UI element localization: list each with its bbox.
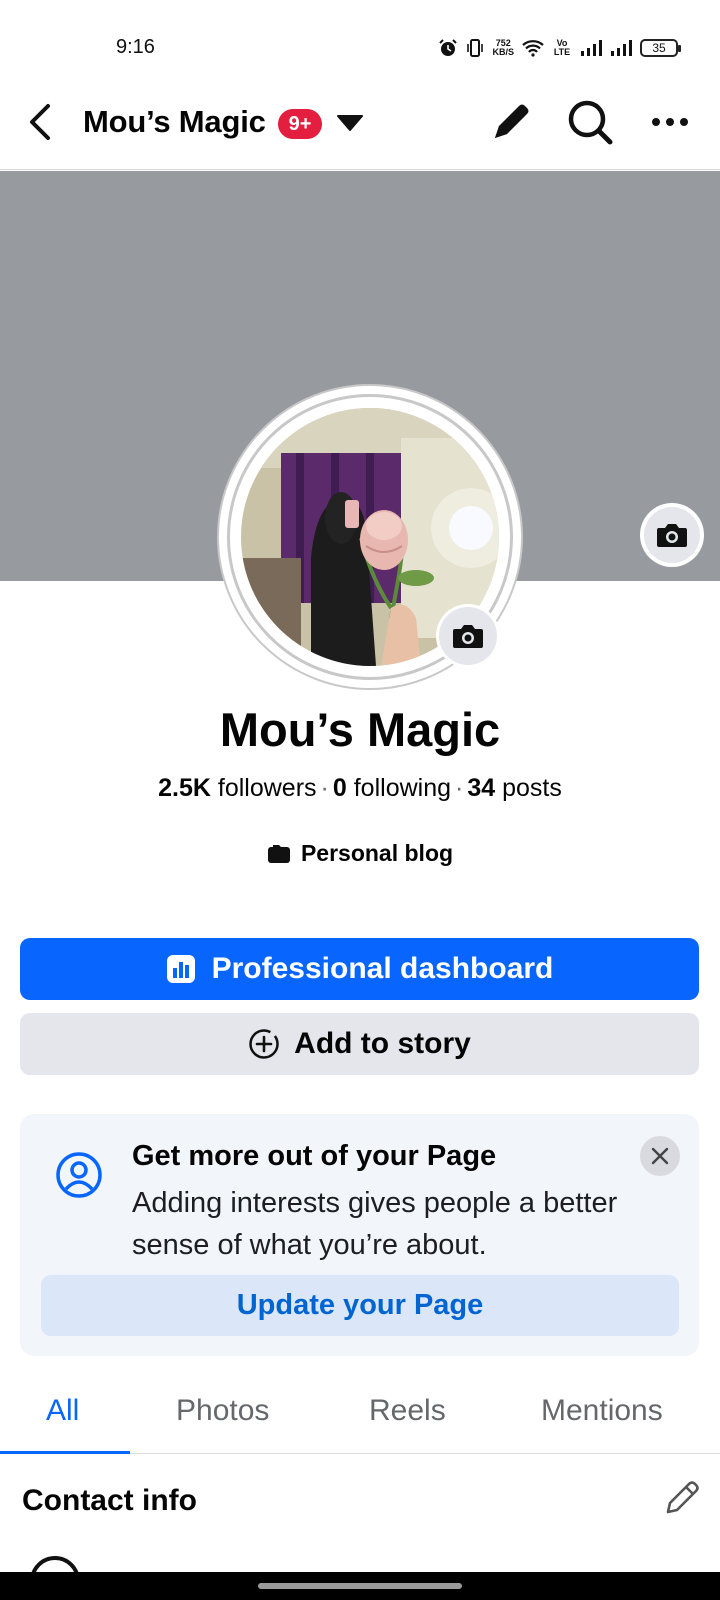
user-circle-icon: [56, 1152, 102, 1198]
back-button[interactable]: [22, 100, 62, 144]
page-title[interactable]: Mou’s Magic: [83, 104, 266, 140]
edit-cover-button-bg: [644, 507, 700, 563]
dismiss-card-button[interactable]: [640, 1136, 680, 1176]
followers-label[interactable]: followers: [218, 774, 317, 802]
signal-icon: [581, 40, 602, 56]
close-icon: [651, 1147, 669, 1165]
stats-separator: ·: [455, 774, 464, 802]
back-arrow-icon: [30, 104, 50, 140]
active-tab-indicator: [0, 1451, 130, 1454]
tab-photos[interactable]: Photos: [176, 1394, 269, 1428]
profile-tabs: All Photos Reels Mentions: [0, 1380, 720, 1454]
tab-all[interactable]: All: [46, 1394, 79, 1428]
page-suggestion-card: Get more out of your Page Adding interes…: [20, 1114, 699, 1356]
pencil-outline-icon: [666, 1481, 699, 1514]
pencil-icon: [495, 104, 529, 138]
edit-profile-picture-button-bg: [439, 607, 497, 665]
page-category: Personal blog: [0, 840, 720, 867]
status-time: 9:16: [116, 36, 155, 58]
signal-icon-2: [611, 40, 632, 56]
add-circle-icon: [249, 1029, 279, 1059]
notification-badge[interactable]: 9+: [278, 109, 322, 139]
vibrate-icon: [467, 39, 484, 57]
edit-cover-button[interactable]: [640, 503, 704, 567]
update-page-button[interactable]: Update your Page: [41, 1275, 679, 1336]
edit-contact-info-button[interactable]: [662, 1478, 702, 1518]
add-to-story-button[interactable]: Add to story: [20, 1013, 699, 1075]
card-icon-wrap: [55, 1151, 103, 1204]
professional-dashboard-label: Professional dashboard: [211, 952, 554, 985]
volte-label: Vo LTE: [553, 38, 571, 57]
following-label[interactable]: following: [354, 774, 451, 802]
posts-count[interactable]: 34: [467, 774, 495, 802]
status-icons: 752 KB/S Vo LTE 35: [438, 36, 681, 60]
profile-name: Mou’s Magic: [219, 703, 501, 756]
category-label: Personal blog: [300, 840, 454, 866]
card-body: Adding interests gives people a better s…: [132, 1187, 618, 1261]
followers-count[interactable]: 2.5K: [158, 774, 211, 802]
alarm-icon: [439, 39, 458, 56]
bar-chart-icon: [166, 955, 195, 983]
wifi-icon: [522, 40, 544, 57]
add-to-story-label: Add to story: [294, 1027, 471, 1060]
status-bar: 9:16 752 KB/S Vo LTE 35: [0, 0, 720, 96]
battery-indicator: 35: [640, 39, 681, 57]
edit-profile-picture-button[interactable]: [436, 604, 500, 668]
home-gesture-handle[interactable]: [258, 1583, 462, 1589]
search-icon: [568, 100, 613, 145]
edit-button[interactable]: [487, 98, 535, 146]
tab-mentions[interactable]: Mentions: [541, 1394, 663, 1428]
stats-separator: ·: [320, 774, 329, 802]
page-header: Mou’s Magic 9+: [0, 86, 720, 170]
following-count[interactable]: 0: [333, 774, 347, 802]
posts-label[interactable]: posts: [502, 774, 562, 802]
professional-dashboard-button[interactable]: Professional dashboard: [20, 938, 699, 1000]
page-switcher-button[interactable]: [336, 113, 364, 138]
more-options-button[interactable]: [646, 98, 694, 146]
profile-stats: 2.5K followers · 0 following · 34 posts: [0, 774, 720, 803]
camera-icon: [453, 625, 483, 648]
search-button[interactable]: [566, 98, 614, 146]
camera-icon: [657, 524, 687, 547]
caret-down-icon: [337, 115, 363, 131]
blog-icon: [267, 844, 290, 863]
card-title: Get more out of your Page: [132, 1140, 497, 1172]
net-speed: 752 KB/S: [492, 38, 514, 57]
more-icon: [652, 118, 688, 126]
tab-reels[interactable]: Reels: [369, 1394, 446, 1428]
contact-info-heading: Contact info: [22, 1484, 197, 1517]
